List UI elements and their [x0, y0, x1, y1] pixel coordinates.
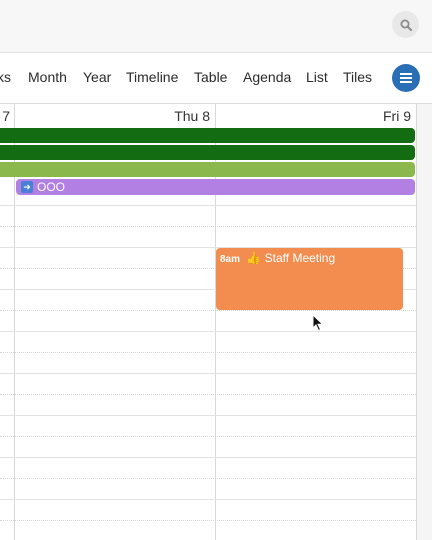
event-staff-meeting[interactable]: 8am 👍 Staff Meeting	[216, 248, 403, 310]
hour-line	[0, 373, 416, 374]
hour-line	[0, 499, 416, 500]
search-button[interactable]	[392, 11, 419, 38]
arrow-right-icon: ➜	[21, 181, 33, 193]
top-bar	[0, 0, 432, 53]
thumbs-up-emoji: 👍	[246, 251, 262, 265]
day-header-row: 7 Thu 8 Fri 9	[0, 104, 416, 126]
menu-icon	[400, 73, 412, 83]
tab-list[interactable]: List	[306, 69, 328, 85]
half-hour-line	[0, 520, 416, 521]
half-hour-line	[0, 478, 416, 479]
tab-month[interactable]: Month	[28, 69, 67, 85]
allday-event-bar[interactable]	[0, 162, 415, 177]
scrollbar-gutter[interactable]	[416, 104, 432, 540]
half-hour-line	[0, 352, 416, 353]
half-hour-line	[0, 226, 416, 227]
calendar-grid: 7 Thu 8 Fri 9 ➜ OOO 8am 👍 Staff Meeting	[0, 104, 432, 540]
half-hour-line	[0, 436, 416, 437]
day-label-wed-7[interactable]: 7	[0, 108, 10, 124]
half-hour-line	[0, 310, 416, 311]
tab-weeks[interactable]: ks	[0, 69, 11, 85]
hour-line	[0, 331, 416, 332]
event-time: 8am	[220, 254, 241, 265]
tab-table[interactable]: Table	[194, 69, 227, 85]
menu-button[interactable]	[392, 64, 420, 92]
tab-tiles[interactable]: Tiles	[343, 69, 372, 85]
tab-timeline[interactable]: Timeline	[126, 69, 178, 85]
allday-event-bar[interactable]	[0, 128, 415, 143]
mouse-cursor-icon	[312, 314, 324, 332]
ooo-event-label: OOO	[37, 180, 66, 194]
hour-line	[0, 457, 416, 458]
hour-line	[0, 415, 416, 416]
allday-event-bar[interactable]	[0, 145, 415, 160]
half-hour-line	[0, 394, 416, 395]
tab-agenda[interactable]: Agenda	[243, 69, 291, 85]
view-switcher: ks Month Year Timeline Table Agenda List…	[0, 53, 432, 104]
day-label-thu-8[interactable]: Thu 8	[150, 108, 210, 124]
ooo-event-bar[interactable]: ➜ OOO	[16, 179, 415, 195]
day-label-fri-9[interactable]: Fri 9	[350, 108, 411, 124]
hour-line	[0, 205, 416, 206]
tab-year[interactable]: Year	[83, 69, 111, 85]
search-icon	[400, 19, 412, 31]
event-title: Staff Meeting	[264, 251, 336, 265]
